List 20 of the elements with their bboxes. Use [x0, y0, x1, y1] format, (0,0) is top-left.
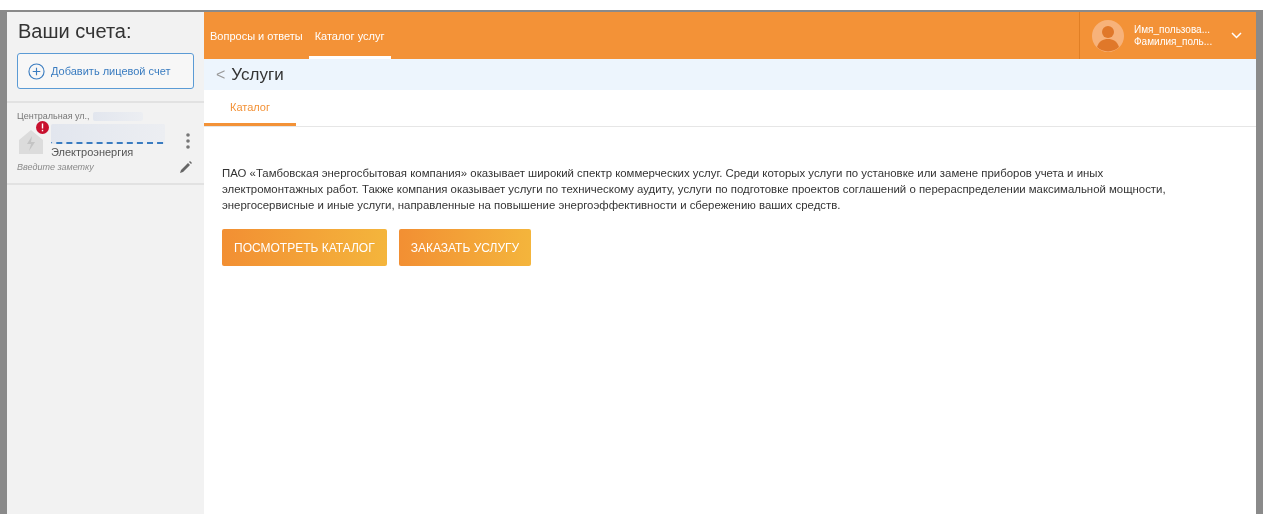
back-link[interactable]: <: [216, 65, 226, 84]
service-label: Электроэнергия: [51, 146, 135, 158]
account-card[interactable]: Центральная ул., Электроэнергия Введите заметку: [7, 101, 204, 185]
user-last-name: Фамилия_поль...: [1134, 35, 1213, 48]
action-button[interactable]: ПОСМОТРЕТЬ КАТАЛОГ: [222, 229, 387, 266]
nav-tab[interactable]: Вопросы и ответы: [204, 12, 309, 59]
catalog-tab[interactable]: Каталог: [204, 90, 296, 126]
plus-circle-icon: [28, 62, 45, 80]
more-vertical-icon[interactable]: [186, 133, 190, 149]
pencil-icon[interactable]: [180, 161, 192, 173]
page-title: Услуги: [231, 64, 284, 85]
chevron-down-icon[interactable]: [1231, 32, 1242, 39]
sidebar-title: Ваши счета:: [17, 19, 133, 44]
description-text: ПАО «Тамбовская энергосбытовая компания» оказывает широкий спектр коммерческих услуг. Среди которых услуги по установке или замене приборов учета и иных электромонтажных работ. Также компания оказывает услуги по техническому аудиту, услуги по подготовке проектов соглашений о перераспределении максимальной мощности, энергосервисные и иные услуги, направленные на повышение энергоэффективности и сбережению ваших средств.: [222, 166, 1167, 213]
user-first-name: Имя_пользова...: [1134, 23, 1211, 36]
action-button[interactable]: ЗАКАЗАТЬ УСЛУГУ: [398, 229, 532, 266]
address-text: Центральная ул.,: [17, 111, 90, 121]
add-account-button[interactable]: Добавить лицевой счет: [17, 53, 194, 89]
note-field[interactable]: Введите заметку: [17, 162, 157, 172]
house-lightning-icon: [17, 127, 45, 155]
